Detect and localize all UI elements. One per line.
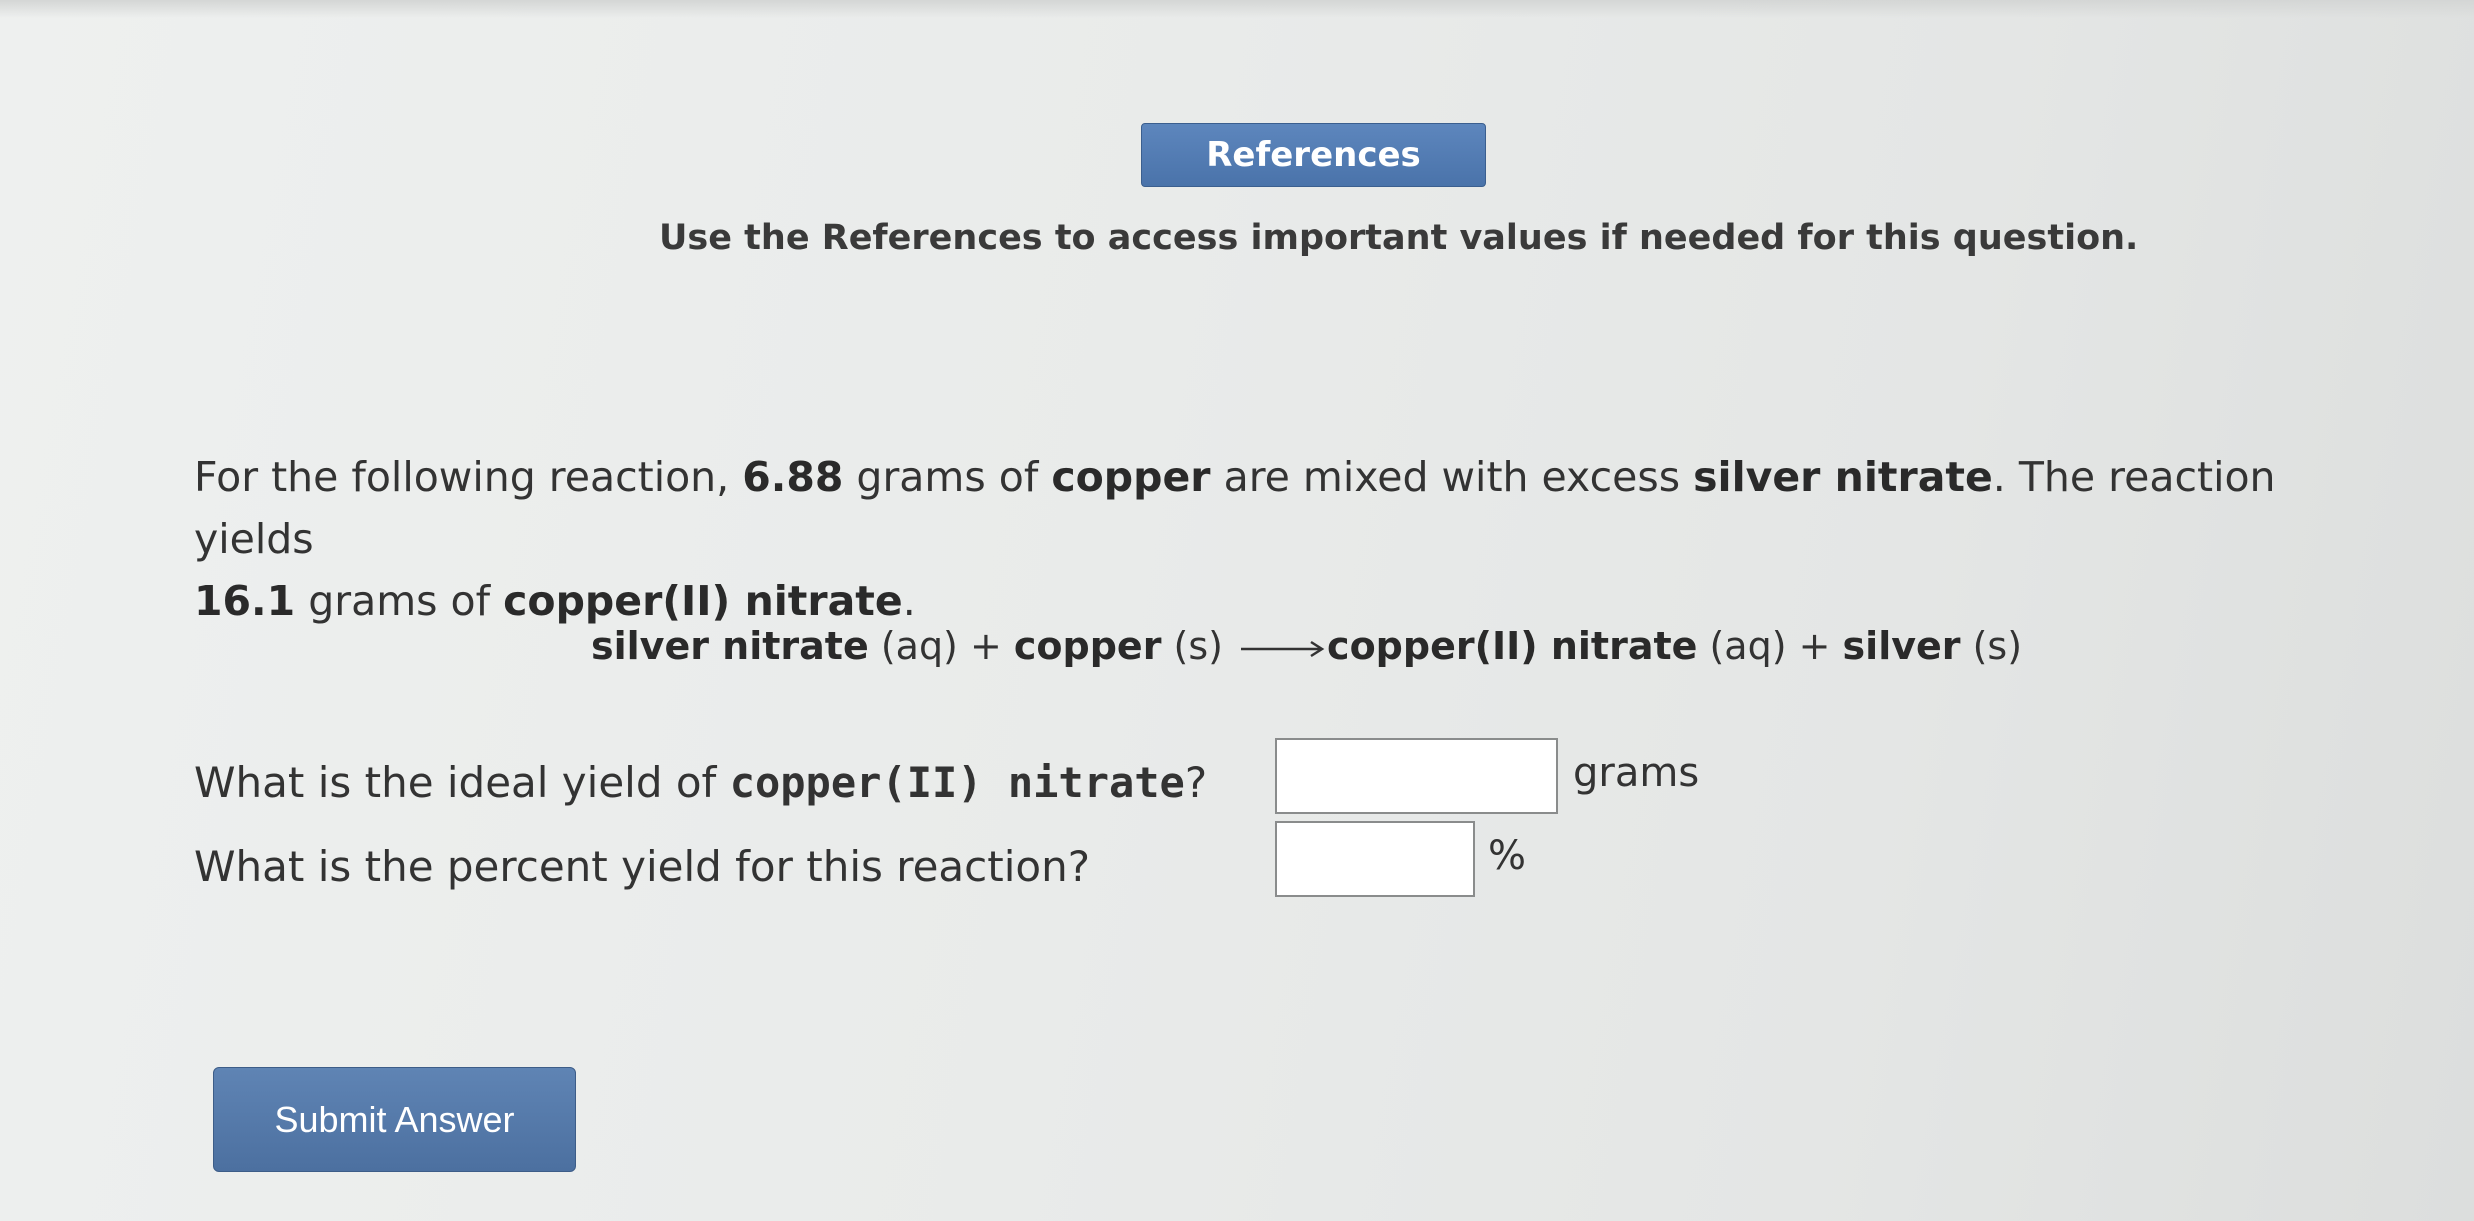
equation-reactant-b: copper: [1013, 624, 1162, 668]
equation-product-b: silver: [1842, 624, 1961, 668]
problem-text: For the following reaction,: [194, 453, 743, 501]
references-button[interactable]: References: [1141, 123, 1486, 187]
equation-reactant-a: silver nitrate: [591, 624, 869, 668]
ideal-yield-question: What is the ideal yield of copper(II) ni…: [194, 758, 1207, 807]
product-mass: 16.1: [194, 577, 296, 625]
equation-state: (aq) +: [868, 624, 1014, 668]
reactant-copper: copper: [1051, 453, 1211, 501]
problem-text: .: [902, 577, 916, 625]
problem-statement: For the following reaction, 6.88 grams o…: [194, 446, 2374, 632]
question-text: What is the ideal yield of: [194, 758, 730, 807]
ideal-yield-input[interactable]: [1275, 738, 1558, 814]
reaction-equation: silver nitrate (aq) + copper (s) copper(…: [591, 624, 2022, 668]
copper-mass: 6.88: [742, 453, 844, 501]
grams-unit-label: grams: [1573, 750, 1700, 796]
percent-yield-input[interactable]: [1275, 821, 1475, 897]
problem-text: are mixed with excess: [1210, 453, 1694, 501]
question-compound: copper(II) nitrate: [729, 758, 1185, 807]
percent-unit-label: %: [1488, 833, 1527, 879]
product-copper-nitrate: copper(II) nitrate: [503, 577, 903, 625]
problem-text: grams of: [843, 453, 1052, 501]
references-note: Use the References to access important v…: [659, 218, 2139, 258]
equation-state: (s): [1161, 624, 1236, 668]
top-edge-shadow: [0, 0, 2474, 18]
reaction-arrow-icon: [1241, 640, 1325, 657]
equation-state: (aq) +: [1697, 624, 1843, 668]
problem-text: grams of: [295, 577, 504, 625]
equation-state: (s): [1960, 624, 2023, 668]
question-mark: ?: [1184, 758, 1208, 807]
equation-product-a: copper(II) nitrate: [1327, 624, 1698, 668]
reactant-silver-nitrate: silver nitrate: [1693, 453, 1993, 501]
submit-answer-button[interactable]: Submit Answer: [213, 1067, 576, 1172]
percent-yield-question: What is the percent yield for this react…: [194, 842, 1090, 891]
